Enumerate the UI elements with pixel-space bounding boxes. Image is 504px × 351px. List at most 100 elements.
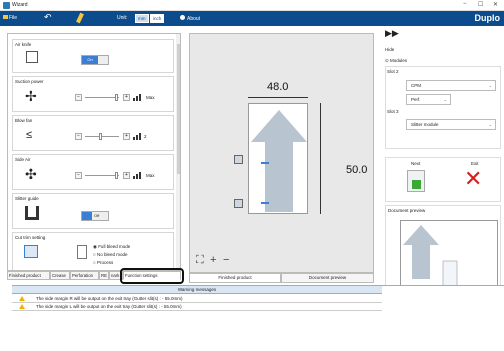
warning-icon (19, 304, 25, 309)
document-preview-label: Document preview (388, 208, 426, 213)
tab-re[interactable]: RE (99, 271, 109, 280)
side-air-decrease-button[interactable]: − (75, 172, 82, 179)
margin-marker-icon[interactable] (234, 199, 243, 208)
slitter-guide-setting: Slitter guide Off (12, 193, 174, 229)
fan-icon: ✢ (25, 88, 37, 104)
app-icon (3, 2, 10, 9)
width-dimension: 48.0 (267, 81, 289, 93)
about-button[interactable]: About (180, 15, 200, 22)
margin-marker-icon[interactable] (234, 155, 243, 164)
suction-level-value: Max (146, 95, 155, 100)
warning-panel: Warning messages The side margin R will … (12, 285, 504, 351)
suction-power-label: Suction power (15, 79, 44, 84)
slot3-module-select[interactable]: Slitter module ⌄ (406, 119, 496, 130)
blow-fan-label: Blow fan (15, 118, 33, 123)
full-bleed-radio[interactable]: ◉ Full bleed mode (93, 244, 130, 250)
slitter-guide-icon (25, 206, 39, 220)
blow-fan-slider-track[interactable] (85, 136, 119, 137)
unit-label: Unit: (117, 15, 128, 21)
suction-slider-track[interactable] (85, 97, 119, 98)
side-air-icon: ✣ (25, 166, 37, 182)
blow-fan-level-value: 2 (144, 134, 147, 139)
suction-increase-button[interactable]: + (123, 94, 130, 101)
tab-finished-product[interactable]: Finished product (7, 271, 50, 280)
blow-fan-decrease-button[interactable]: − (75, 133, 82, 140)
suction-power-setting: Suction power ✢ − + Max (12, 76, 174, 112)
hide-button[interactable]: ▶▶ Hide (384, 28, 400, 55)
undo-icon[interactable]: ↶ (44, 12, 52, 23)
zoom-out-icon[interactable]: − (223, 255, 229, 266)
blow-fan-increase-button[interactable]: + (123, 133, 130, 140)
level-bars-icon (133, 172, 142, 179)
tab-preview-finished-product[interactable]: Finished product (189, 273, 281, 283)
next-label: Next (411, 161, 421, 166)
right-panel: ▶▶ Hide ⊙ Modules Slot 2 CPM ⌄ Perf. ⌄ Slo… (381, 28, 504, 317)
minimize-button[interactable]: − (463, 1, 467, 7)
no-bleed-radio[interactable]: ○ No bleed mode (93, 252, 128, 257)
tab-crease[interactable]: Crease (50, 271, 70, 280)
warning-icon (19, 296, 25, 301)
window-title: Wizard (12, 2, 28, 8)
fit-view-icon[interactable]: ⛶ (196, 255, 204, 266)
cut-trim-setting: Cut trim setting ◉ Full bleed mode ○ No … (12, 232, 174, 270)
tab-highlight-annotation (120, 268, 184, 284)
height-dimension: 50.0 (346, 164, 368, 176)
air-knife-setting: Air knife On (12, 39, 174, 73)
slitter-guide-toggle[interactable]: Off (81, 211, 109, 221)
unit-inch-button[interactable]: inch (150, 14, 165, 23)
warning-row[interactable]: The side margin L will be output on the … (12, 303, 382, 311)
cut-trim-icon (24, 245, 38, 258)
tab-document-preview[interactable]: Document preview (281, 273, 374, 283)
side-air-setting: Side Air ✣ − + Max (12, 154, 174, 190)
air-knife-label: Air knife (15, 42, 32, 47)
process-radio[interactable]: ○ Process (93, 260, 113, 265)
side-air-label: Side Air (15, 157, 31, 162)
settings-scrollbar[interactable] (176, 34, 180, 270)
close-button[interactable]: ✕ (493, 1, 498, 8)
modules-collapse[interactable]: ⊙ Modules (385, 58, 407, 64)
title-bar: Wizard − ☐ ✕ (0, 0, 504, 11)
suction-decrease-button[interactable]: − (75, 94, 82, 101)
blow-fan-slider-knob[interactable] (99, 133, 102, 140)
blow-fan-icon: ≤ (26, 129, 33, 141)
side-air-slider-knob[interactable] (115, 172, 118, 179)
double-chevron-icon: ▶▶ (385, 28, 399, 38)
folder-icon (3, 15, 8, 19)
level-bars-icon (133, 133, 142, 140)
slot2-module-select[interactable]: CPM ⌄ (406, 80, 496, 91)
next-button[interactable] (407, 170, 425, 192)
brush-icon[interactable] (76, 12, 84, 24)
slot3-label: Slot 3 (387, 109, 399, 114)
next-icon (412, 180, 421, 189)
cut-mode-icon (77, 245, 87, 259)
height-dimension-line (320, 103, 321, 214)
suction-slider-knob[interactable] (115, 94, 118, 101)
zoom-in-icon[interactable]: + (210, 255, 216, 266)
brand-logo: Duplo (474, 13, 501, 23)
navigation-section: Next Exit ✕ (385, 157, 501, 202)
warning-row[interactable]: The side margin R will be output on the … (12, 295, 382, 303)
exit-button[interactable]: ✕ (464, 168, 482, 190)
preview-tabs: Finished product Document preview (189, 273, 374, 283)
air-knife-toggle[interactable]: On (81, 55, 109, 65)
warning-header: Warning messages (12, 286, 382, 294)
side-air-slider-track[interactable] (85, 175, 119, 176)
side-air-increase-button[interactable]: + (123, 172, 130, 179)
level-bars-icon (133, 94, 142, 101)
file-menu[interactable]: File (3, 15, 17, 21)
preview-canvas: 48.0 50.0 ⛶ + − (189, 33, 374, 273)
tab-perforation[interactable]: Perforation (70, 271, 99, 280)
side-air-level-value: Max (146, 173, 155, 178)
width-dimension-line (248, 97, 308, 98)
settings-panel: Air knife On Suction power ✢ − + Max Blo… (7, 33, 181, 271)
slot2-sub-select[interactable]: Perf. ⌄ (406, 94, 451, 105)
toolbar: File ↶ Unit: mm inch About Duplo (0, 11, 504, 26)
modules-section: Slot 2 CPM ⌄ Perf. ⌄ Slot 3 Slitter module… (385, 66, 501, 149)
feed-direction-arrow-icon (251, 110, 307, 212)
slot2-label: Slot 2 (387, 69, 399, 74)
unit-mm-button[interactable]: mm (135, 14, 149, 23)
maximize-button[interactable]: ☐ (478, 1, 483, 8)
info-icon (180, 15, 185, 20)
cut-trim-label: Cut trim setting (15, 235, 46, 240)
air-knife-icon (26, 51, 38, 63)
